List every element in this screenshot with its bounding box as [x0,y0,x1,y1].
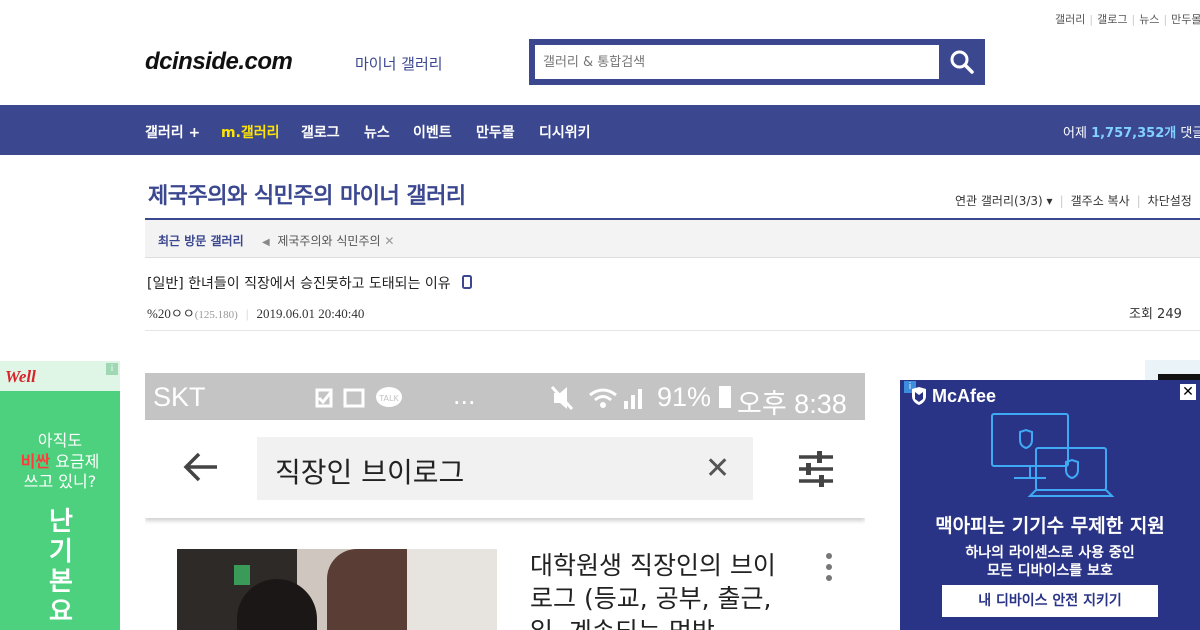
ad-headline: 맥아피는 기기수 무제한 지원 [935,515,1165,537]
nav-news[interactable]: 뉴스 [364,122,390,142]
mcafee-logo: McAfee [911,386,996,407]
close-icon[interactable]: ✕ [384,234,394,248]
filter-icon [797,451,835,491]
block-settings-button[interactable]: 차단설정 [1148,194,1192,208]
search-button[interactable] [939,39,985,85]
search-box [529,39,985,85]
video-title: 대학원생 직장인의 브이로그 (등교, 공부, 출근, 일, 계속되는 먹방 [530,551,776,630]
site-logo[interactable]: dcinside.com [145,48,293,76]
phone-system-icons [550,383,650,420]
post-meta: %20ㅇㅇ(125.180) | 2019.06.01 20:40:40 [147,306,365,321]
nav-gallog[interactable]: 갤로그 [301,122,340,142]
phone-search-bar: 직장인 브이로그 ✕ [145,420,865,518]
util-link-gallery[interactable]: 갤러리 [1055,13,1085,26]
left-banner-ad[interactable]: Well i 아직도 비싼 요금제 쓰고 있니? 난 기본요 [0,361,120,630]
search-input[interactable] [535,45,939,79]
caret-left-icon: ◀ [262,237,270,248]
nav-gallery-plus[interactable]: 갤러리 + [145,122,200,142]
copy-address-button[interactable]: 갤주소 복사 [1071,194,1130,208]
recent-visits-label: 최근 방문 갤러리 [158,234,244,248]
back-arrow-icon [183,450,219,490]
nav-event[interactable]: 이벤트 [413,122,452,142]
phone-battery: 91% [657,382,731,413]
post-author[interactable]: %20ㅇㅇ [147,306,195,321]
ad-vertical-text: 난 기본요 [49,507,73,627]
nav-wiki[interactable]: 디시위키 [539,122,591,142]
post-image-phone-screenshot: SKT TALK ... 91% 오후 8:38 직장인 브이로그 ✕ 대학원생… [145,373,865,630]
phone-status-bar: SKT TALK ... 91% 오후 8:38 [145,373,865,420]
search-icon [950,50,974,74]
ad-subline-2: 모든 디바이스를 보호 [987,563,1113,579]
gallery-title[interactable]: 제국주의와 식민주의 마이너 갤러리 [148,178,466,210]
video-thumbnail [177,549,497,630]
util-link-news[interactable]: 뉴스 [1139,13,1159,26]
yesterday-stats: 어제 1,757,352개 댓글 [1063,126,1200,141]
post-title: [일반] 한녀들이 직장에서 승진못하고 도태되는 이유 [147,273,473,293]
ad-info-icon[interactable]: i [106,363,118,375]
svg-text:TALK: TALK [378,394,399,403]
nav-mobile-gallery[interactable]: m.갤러리 [221,122,280,142]
mcafee-ad[interactable]: i McAfee ✕ 맥아피는 기기수 무제한 지원 하나의 라이센스로 사용 … [900,380,1200,630]
phone-time: 오후 8:38 [737,389,847,419]
gallery-tools: 연관 갤러리(3/3) ▾ | 갤주소 복사 | 차단설정 [955,194,1192,208]
recent-visit-item[interactable]: ◀ 제국주의와 식민주의 ✕ [262,232,394,249]
meta-divider [145,330,1200,331]
mobile-icon [462,275,473,289]
top-util-links: 갤러리 | 갤로그 | 뉴스 | 만두몰 [1055,13,1200,26]
phone-search-field: 직장인 브이로그 ✕ [257,437,753,500]
ad-close-icon[interactable]: ✕ [1180,384,1196,400]
nav-mall[interactable]: 만두몰 [476,122,515,142]
more-options-icon [826,553,834,586]
phone-notification-icons: TALK ... [313,380,476,414]
ad-cta-button[interactable]: 내 디바이스 안전 지키기 [942,585,1158,617]
devices-illustration [991,413,1115,497]
util-link-gallog[interactable]: 갤로그 [1097,13,1127,26]
phone-search-query: 직장인 브이로그 [275,456,465,489]
caret-down-icon: ▾ [1046,194,1053,208]
battery-icon [718,386,731,408]
phone-carrier: SKT [153,382,206,412]
util-link-mall[interactable]: 만두몰 [1171,13,1200,26]
ad-line-3: 쓰고 있니? [23,472,97,491]
related-gallery-button[interactable]: 연관 갤러리(3/3) ▾ [955,194,1053,208]
logo-subtitle[interactable]: 마이너 갤러리 [355,53,443,74]
clear-icon: ✕ [705,451,731,486]
recent-visits-bar: 최근 방문 갤러리 ◀ 제국주의와 식민주의 ✕ [145,220,1200,258]
post-date: 2019.06.01 20:40:40 [256,306,365,321]
post-views: 조회 249 [1129,307,1182,322]
ad-subline-1: 하나의 라이센스로 사용 중인 [965,545,1135,561]
well-logo: Well [5,367,36,386]
main-nav: 갤러리 + m.갤러리 갤로그 뉴스 이벤트 만두몰 디시위키 어제 1,757… [0,105,1200,155]
shield-icon [912,387,926,405]
post-ip: (125.180) [194,309,238,321]
